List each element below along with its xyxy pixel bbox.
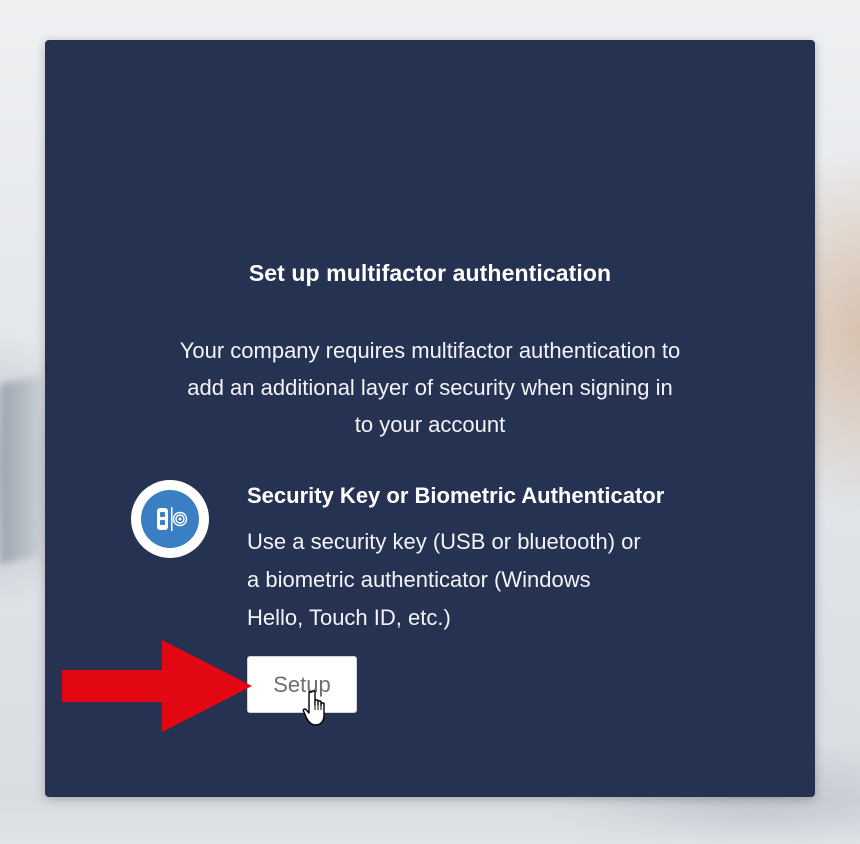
description-line: Your company requires multifactor authen…: [179, 338, 681, 363]
background-decoration: [0, 375, 40, 565]
hand-pointer-icon: [302, 690, 325, 726]
factor-description: Use a security key (USB or bluetooth) or…: [247, 523, 747, 637]
factor-description-line: Use a security key (USB or bluetooth) or: [247, 529, 641, 554]
factor-description-line: a biometric authenticator (Windows: [247, 567, 591, 592]
description-line: to your account: [354, 412, 506, 437]
description-line: add an additional layer of security when…: [187, 375, 673, 400]
dialog-description: Your company requires multifactor authen…: [110, 332, 750, 443]
factor-title: Security Key or Biometric Authenticator: [247, 483, 665, 508]
factor-description-line: Hello, Touch ID, etc.): [247, 605, 451, 630]
red-arrow-icon: [62, 640, 252, 732]
background-decoration: [0, 800, 860, 844]
dialog-title: Set up multifactor authentication: [248, 260, 612, 286]
security-key-biometric-icon: [131, 480, 209, 558]
